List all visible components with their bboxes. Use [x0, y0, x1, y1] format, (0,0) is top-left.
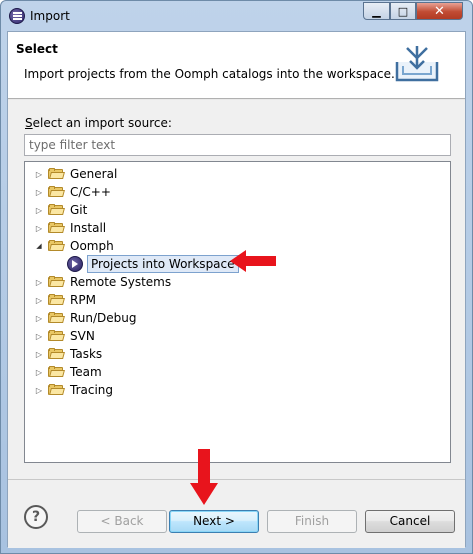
- expand-icon[interactable]: ▷: [32, 368, 46, 377]
- folder-icon: [48, 186, 65, 198]
- cancel-button[interactable]: Cancel: [365, 510, 455, 533]
- tree-item-label: Install: [70, 221, 107, 235]
- finish-button[interactable]: Finish: [267, 510, 357, 533]
- tree-item-projects-into-workspace[interactable]: Projects into Workspace: [47, 255, 239, 273]
- filter-input[interactable]: [24, 134, 451, 156]
- expand-icon[interactable]: ▷: [32, 278, 46, 287]
- tree-item-label: RPM: [70, 293, 96, 307]
- folder-icon: [48, 276, 65, 288]
- tree-item-label: Run/Debug: [70, 311, 137, 325]
- wizard-body: Select an import source: ▷ General ▷ C/C…: [8, 99, 465, 480]
- folder-icon: [48, 312, 65, 324]
- oomph-projects-icon: [67, 256, 83, 272]
- tree-item-team[interactable]: ▷ Team: [25, 363, 102, 381]
- folder-icon: [48, 204, 65, 216]
- expand-icon[interactable]: ▷: [32, 170, 46, 179]
- minimize-button[interactable]: ▁: [363, 2, 390, 20]
- tree-item-run-debug[interactable]: ▷ Run/Debug: [25, 309, 137, 327]
- collapse-icon[interactable]: ◢: [32, 242, 46, 250]
- tree-item-tracing[interactable]: ▷ Tracing: [25, 381, 113, 399]
- expand-icon[interactable]: ▷: [32, 386, 46, 395]
- tree-item-install[interactable]: ▷ Install: [25, 219, 106, 237]
- tree-item-label: Oomph: [70, 239, 114, 253]
- import-source-label: Select an import source:: [25, 116, 172, 130]
- back-button[interactable]: < Back: [77, 510, 167, 533]
- import-wizard-icon: [395, 46, 439, 82]
- folder-icon: [48, 222, 65, 234]
- tree-item-label: General: [70, 167, 118, 181]
- next-button[interactable]: Next >: [169, 510, 259, 533]
- expand-icon[interactable]: ▷: [32, 206, 46, 215]
- expand-icon[interactable]: ▷: [32, 188, 46, 197]
- tree-item-rpm[interactable]: ▷ RPM: [25, 291, 96, 309]
- maximize-button[interactable]: □: [390, 2, 416, 20]
- folder-icon: [48, 330, 65, 342]
- tree-item-git[interactable]: ▷ Git: [25, 201, 87, 219]
- window-title: Import: [30, 9, 70, 23]
- eclipse-app-icon: [9, 8, 25, 24]
- expand-icon[interactable]: ▷: [32, 332, 46, 341]
- wizard-page-title: Select: [16, 42, 58, 56]
- annotation-arrow-down-icon: [190, 449, 218, 505]
- folder-icon: [48, 294, 65, 306]
- tree-item-remote-systems[interactable]: ▷ Remote Systems: [25, 273, 171, 291]
- tree-item-general[interactable]: ▷ General: [25, 165, 117, 183]
- expand-icon[interactable]: ▷: [32, 350, 46, 359]
- folder-open-icon: [48, 240, 65, 252]
- folder-icon: [48, 384, 65, 396]
- tree-item-label: Team: [70, 365, 102, 379]
- tree-item-label: SVN: [70, 329, 95, 343]
- tree-item-c-cpp[interactable]: ▷ C/C++: [25, 183, 111, 201]
- import-source-label-mnemonic: S: [25, 116, 33, 130]
- wizard-header: Select Import projects from the Oomph ca…: [8, 32, 465, 99]
- import-source-tree[interactable]: ▷ General ▷ C/C++ ▷ Git ▷ Install ◢ Oomp…: [24, 161, 451, 463]
- folder-icon: [48, 168, 65, 180]
- folder-icon: [48, 348, 65, 360]
- tree-item-label: Tasks: [70, 347, 103, 361]
- tree-item-tasks[interactable]: ▷ Tasks: [25, 345, 102, 363]
- tree-item-label: Git: [70, 203, 88, 217]
- wizard-page-description: Import projects from the Oomph catalogs …: [24, 67, 395, 81]
- tree-item-selected-label[interactable]: Projects into Workspace: [87, 255, 239, 273]
- help-icon[interactable]: ?: [24, 505, 48, 529]
- expand-icon[interactable]: ▷: [32, 296, 46, 305]
- title-bar[interactable]: Import ▁ □ ✕: [1, 1, 472, 31]
- dialog-client-area: Select Import projects from the Oomph ca…: [7, 31, 466, 548]
- tree-item-label: C/C++: [70, 185, 111, 199]
- close-button[interactable]: ✕: [416, 2, 463, 20]
- tree-item-svn[interactable]: ▷ SVN: [25, 327, 95, 345]
- import-dialog-window: Import ▁ □ ✕ Select Import projects from…: [0, 0, 473, 554]
- annotation-arrow-left-icon: [230, 250, 276, 272]
- folder-icon: [48, 366, 65, 378]
- expand-icon[interactable]: ▷: [32, 224, 46, 233]
- expand-icon[interactable]: ▷: [32, 314, 46, 323]
- tree-item-label: Remote Systems: [70, 275, 172, 289]
- tree-item-oomph[interactable]: ◢ Oomph: [25, 237, 114, 255]
- import-source-label-text: elect an import source:: [32, 116, 172, 130]
- tree-item-label: Tracing: [70, 383, 114, 397]
- button-bar: ? < Back Next > Finish Cancel: [8, 479, 465, 548]
